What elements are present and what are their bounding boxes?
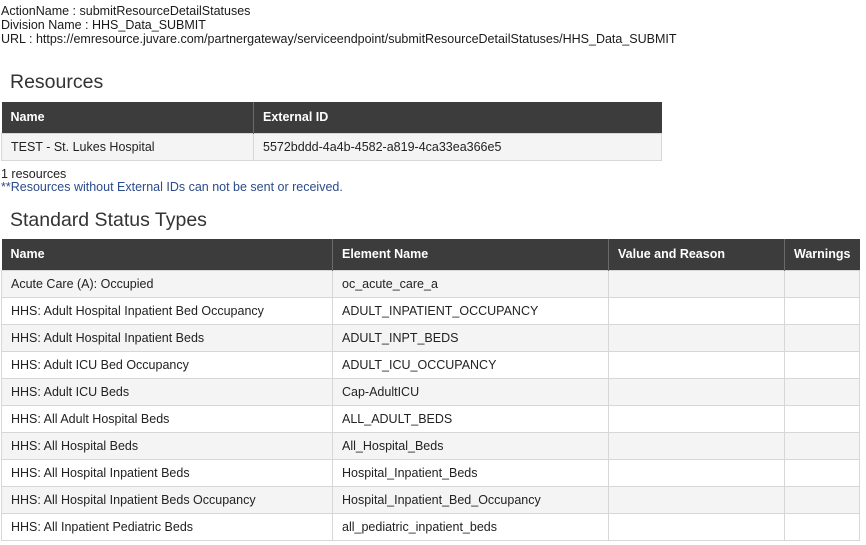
status-element-cell: oc_acute_care_a — [332, 269, 609, 298]
status-value-cell[interactable] — [608, 512, 785, 541]
status-col-value-reason[interactable]: Value and Reason — [608, 239, 785, 270]
resource-name-cell: TEST - St. Lukes Hospital — [1, 132, 254, 161]
status-warnings-cell — [784, 485, 860, 514]
resource-external-id-cell: 5572bddd-4a4b-4582-a819-4ca33ea366e5 — [253, 132, 662, 161]
status-warnings-cell — [784, 512, 860, 541]
status-col-warnings[interactable]: Warnings — [784, 239, 860, 270]
status-element-cell: ADULT_ICU_OCCUPANCY — [332, 350, 609, 379]
status-row[interactable]: HHS: All Adult Hospital Beds ALL_ADULT_B… — [1, 404, 860, 433]
status-value-cell[interactable] — [608, 485, 785, 514]
status-element-cell: All_Hospital_Beds — [332, 431, 609, 460]
status-col-name[interactable]: Name — [1, 239, 333, 270]
status-name-cell: HHS: Adult Hospital Inpatient Bed Occupa… — [1, 296, 333, 325]
status-element-cell: Hospital_Inpatient_Bed_Occupancy — [332, 485, 609, 514]
status-element-cell: Hospital_Inpatient_Beds — [332, 458, 609, 487]
resource-row[interactable]: TEST - St. Lukes Hospital 5572bddd-4a4b-… — [1, 132, 662, 161]
resources-header-row: Name External ID — [1, 102, 662, 133]
resources-col-external-id[interactable]: External ID — [253, 102, 662, 133]
status-row[interactable]: HHS: Adult Hospital Inpatient Bed Occupa… — [1, 296, 860, 325]
status-row[interactable]: HHS: All Hospital Beds All_Hospital_Beds — [1, 431, 860, 460]
status-name-cell: HHS: All Adult Hospital Beds — [1, 404, 333, 433]
status-element-cell: ALL_ADULT_BEDS — [332, 404, 609, 433]
status-value-cell[interactable] — [608, 458, 785, 487]
status-warnings-cell — [784, 269, 860, 298]
status-row[interactable]: HHS: All Hospital Inpatient Beds Hospita… — [1, 458, 860, 487]
status-name-cell: HHS: Adult Hospital Inpatient Beds — [1, 323, 333, 352]
resources-col-name[interactable]: Name — [1, 102, 254, 133]
resources-note: **Resources without External IDs can not… — [1, 180, 343, 194]
status-row[interactable]: HHS: Adult Hospital Inpatient Beds ADULT… — [1, 323, 860, 352]
status-row[interactable]: HHS: Adult ICU Beds Cap-AdultICU — [1, 377, 860, 406]
status-types-table: Name Element Name Value and Reason Warni… — [1, 239, 860, 541]
status-warnings-cell — [784, 350, 860, 379]
status-element-cell: Cap-AdultICU — [332, 377, 609, 406]
status-name-cell: HHS: Adult ICU Beds — [1, 377, 333, 406]
division-name-text: Division Name : HHS_Data_SUBMIT — [1, 18, 206, 32]
status-name-cell: HHS: All Inpatient Pediatric Beds — [1, 512, 333, 541]
status-name-cell: HHS: Adult ICU Bed Occupancy — [1, 350, 333, 379]
status-col-element-name[interactable]: Element Name — [332, 239, 609, 270]
status-value-cell[interactable] — [608, 377, 785, 406]
status-element-cell: ADULT_INPATIENT_OCCUPANCY — [332, 296, 609, 325]
status-types-heading: Standard Status Types — [10, 209, 207, 231]
status-row[interactable]: HHS: All Hospital Inpatient Beds Occupan… — [1, 485, 860, 514]
status-row[interactable]: HHS: All Inpatient Pediatric Beds all_pe… — [1, 512, 860, 541]
status-warnings-cell — [784, 377, 860, 406]
status-name-cell: HHS: All Hospital Beds — [1, 431, 333, 460]
status-warnings-cell — [784, 458, 860, 487]
status-warnings-cell — [784, 296, 860, 325]
status-value-cell[interactable] — [608, 323, 785, 352]
status-warnings-cell — [784, 323, 860, 352]
status-value-cell[interactable] — [608, 269, 785, 298]
status-warnings-cell — [784, 431, 860, 460]
status-value-cell[interactable] — [608, 296, 785, 325]
status-element-cell: all_pediatric_inpatient_beds — [332, 512, 609, 541]
status-value-cell[interactable] — [608, 404, 785, 433]
resources-heading: Resources — [10, 71, 104, 93]
url-text: URL : https://emresource.juvare.com/part… — [1, 32, 677, 46]
status-header-row: Name Element Name Value and Reason Warni… — [1, 239, 860, 270]
status-warnings-cell — [784, 404, 860, 433]
resources-table: Name External ID TEST - St. Lukes Hospit… — [1, 102, 662, 161]
status-value-cell[interactable] — [608, 350, 785, 379]
status-element-cell: ADULT_INPT_BEDS — [332, 323, 609, 352]
status-name-cell: HHS: All Hospital Inpatient Beds — [1, 458, 333, 487]
status-row[interactable]: Acute Care (A): Occupied oc_acute_care_a — [1, 269, 860, 298]
status-name-cell: Acute Care (A): Occupied — [1, 269, 333, 298]
action-name-text: ActionName : submitResourceDetailStatuse… — [1, 4, 251, 18]
status-value-cell[interactable] — [608, 431, 785, 460]
status-name-cell: HHS: All Hospital Inpatient Beds Occupan… — [1, 485, 333, 514]
action-metadata: ActionName : submitResourceDetailStatuse… — [1, 4, 677, 46]
status-row[interactable]: HHS: Adult ICU Bed Occupancy ADULT_ICU_O… — [1, 350, 860, 379]
